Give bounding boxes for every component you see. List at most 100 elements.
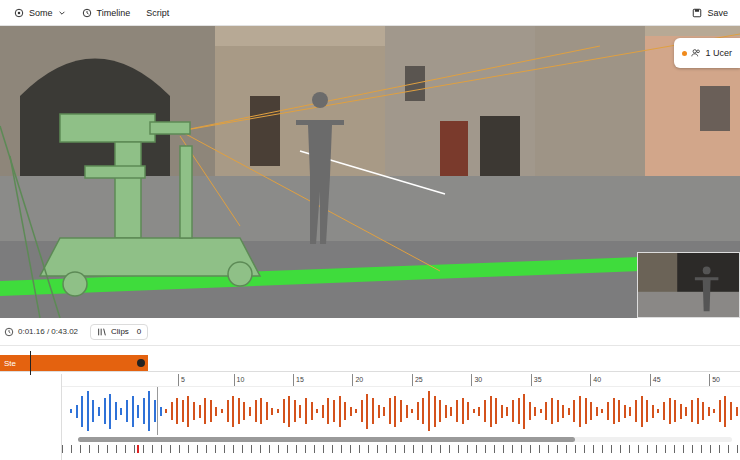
waveform-bar — [344, 402, 346, 420]
toolbar-item[interactable]: Timeline — [82, 8, 131, 18]
waveform-bar — [176, 398, 178, 424]
clips-button[interactable]: Clips0 — [90, 324, 148, 340]
users-icon — [691, 48, 701, 58]
waveform-bar — [204, 398, 206, 424]
waveform-bar — [585, 398, 587, 424]
waveform-bar — [154, 400, 156, 422]
waveform-bar — [724, 396, 726, 427]
waveform-bar — [232, 396, 234, 427]
waveform-bar — [680, 404, 682, 419]
toolbar-label: Timeline — [97, 8, 131, 18]
waveform-bar — [730, 402, 732, 420]
users-badge[interactable]: 1 Ucer — [674, 38, 740, 68]
waveform-bar — [624, 405, 626, 418]
waveform-bar — [339, 396, 341, 427]
waveform-bar — [120, 408, 122, 415]
editor-app: Some Timeline Script Save 1 Ucer 0:01.16 / 0:… — [0, 0, 740, 460]
waveform-bar — [378, 405, 380, 418]
toolbar-menu: Some Timeline Script — [14, 8, 169, 18]
waveform-bar — [260, 398, 262, 424]
waveform-bar — [545, 402, 547, 420]
time-text: 0:01.16 / 0:43.02 — [18, 327, 78, 336]
waveform-bar — [445, 405, 447, 418]
waveform-bar — [540, 409, 542, 413]
waveform-bar — [221, 409, 223, 413]
waveform-bar — [417, 402, 419, 420]
waveform-bar — [467, 402, 469, 420]
waveform-bar — [663, 402, 665, 420]
waveform-bar — [708, 407, 710, 416]
waveform-bar — [473, 409, 475, 413]
playhead[interactable] — [30, 351, 31, 375]
waveform-bar — [439, 400, 441, 422]
waveform-bar — [305, 398, 307, 424]
waveform-bar — [227, 400, 229, 422]
ruler-label: 35 — [531, 374, 542, 386]
waveform-bar — [389, 398, 391, 424]
waveform-bar — [518, 398, 520, 424]
waveform-bar — [411, 409, 413, 413]
waveform-cursor — [157, 387, 158, 435]
timeline-clip[interactable]: Ste — [0, 355, 148, 371]
tick-strip — [62, 445, 740, 453]
camera-preview[interactable] — [637, 252, 740, 318]
scrollbar-thumb[interactable] — [78, 437, 575, 442]
waveform-bar — [81, 396, 83, 427]
waveform-bar — [719, 400, 721, 422]
waveform-bar — [322, 405, 324, 418]
waveform-bar — [311, 402, 313, 420]
waveform-bar — [618, 400, 620, 422]
waveform-bar — [501, 405, 503, 418]
waveform-bar — [361, 400, 363, 422]
audio-track-header — [0, 374, 62, 460]
waveform-bar — [193, 402, 195, 420]
waveform-bar — [702, 402, 704, 420]
waveform-bar — [333, 400, 335, 422]
waveform-bar — [635, 400, 637, 422]
toolbar-label: Some — [29, 8, 53, 18]
ruler-label: 25 — [412, 374, 423, 386]
waveform-bar — [685, 407, 687, 416]
waveform-bar — [613, 398, 615, 424]
save-label: Save — [707, 8, 728, 18]
waveform-bar — [484, 400, 486, 422]
waveform[interactable] — [62, 387, 740, 435]
waveform-bar — [87, 391, 89, 431]
clip-handle-icon[interactable] — [137, 359, 145, 367]
toolbar-item[interactable]: Script — [146, 8, 169, 18]
waveform-bar — [657, 409, 659, 413]
ruler-label: 10 — [234, 374, 245, 386]
waveform-bar — [394, 396, 396, 427]
ruler-label: 5 — [178, 374, 185, 386]
waveform-bar — [126, 400, 128, 422]
clip-label: Ste — [4, 359, 16, 368]
waveform-bar — [428, 391, 430, 431]
waveform-bar — [406, 405, 408, 418]
users-count: 1 Ucer — [705, 48, 732, 58]
ruler-label: 30 — [471, 374, 482, 386]
toolbar-item[interactable]: Some — [14, 8, 66, 18]
waveform-bar — [210, 400, 212, 422]
waveform-bar — [691, 400, 693, 422]
save-button[interactable]: Save — [692, 8, 728, 18]
waveform-bar — [590, 402, 592, 420]
waveform-bar — [294, 400, 296, 422]
waveform-bar — [137, 405, 139, 418]
audio-panel: 5101520253035404550 — [0, 374, 740, 460]
waveform-bar — [187, 396, 189, 427]
waveform-bar — [629, 407, 631, 416]
waveform-bar — [534, 407, 536, 416]
waveform-bar — [573, 400, 575, 422]
ruler-label: 20 — [352, 374, 363, 386]
waveform-bar — [736, 407, 738, 416]
clock-icon — [82, 8, 92, 18]
transport-bar: 0:01.16 / 0:43.02 Clips0 — [0, 318, 740, 346]
scene-viewport[interactable]: 1 Ucer — [0, 26, 740, 318]
waveform-bar — [490, 396, 492, 427]
clock-icon — [4, 327, 14, 337]
waveform-bar — [506, 407, 508, 416]
waveform-bar — [266, 402, 268, 420]
waveform-bar — [674, 400, 676, 422]
time-marker[interactable] — [137, 445, 139, 453]
waveform-bar — [641, 396, 643, 427]
